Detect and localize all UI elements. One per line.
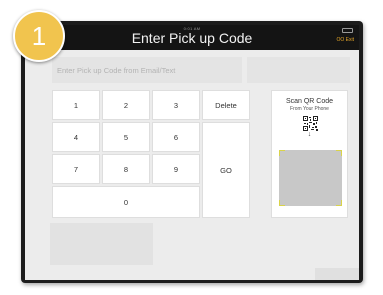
step-number-badge: 1 (13, 10, 65, 62)
viewfinder-corner (336, 200, 342, 206)
key-2[interactable]: 2 (102, 90, 150, 120)
down-arrow-icon: ↓ (307, 131, 312, 138)
qr-panel-subtitle: From Your Phone (290, 106, 329, 112)
pickup-code-input[interactable] (52, 57, 242, 83)
key-8[interactable]: 8 (102, 154, 150, 184)
key-9[interactable]: 9 (152, 154, 200, 184)
exit-button[interactable]: OO Exit (336, 37, 354, 43)
qr-code-icon (303, 116, 318, 131)
go-button[interactable]: GO (202, 122, 250, 218)
key-1[interactable]: 1 (52, 90, 100, 120)
kiosk-screen: 0:01 AM Enter Pick up Code OO Exit 1 2 3… (25, 25, 359, 280)
top-right-panel (247, 57, 350, 83)
info-panel (50, 223, 153, 265)
key-6[interactable]: 6 (152, 122, 200, 152)
page-title: Enter Pick up Code (131, 30, 253, 46)
delete-button[interactable]: Delete (202, 90, 250, 120)
key-0[interactable]: 0 (52, 186, 200, 218)
viewfinder-corner (279, 200, 285, 206)
camera-viewfinder (279, 150, 342, 206)
key-4[interactable]: 4 (52, 122, 100, 152)
key-5[interactable]: 5 (102, 122, 150, 152)
qr-scan-panel: Scan QR Code From Your Phone ↓ (271, 90, 348, 218)
viewfinder-corner (279, 150, 285, 156)
key-7[interactable]: 7 (52, 154, 100, 184)
key-3[interactable]: 3 (152, 90, 200, 120)
footer-panel (315, 268, 359, 280)
qr-panel-title: Scan QR Code (285, 98, 334, 105)
viewfinder-corner (336, 150, 342, 156)
title-bar: 0:01 AM Enter Pick up Code OO Exit (25, 25, 359, 50)
